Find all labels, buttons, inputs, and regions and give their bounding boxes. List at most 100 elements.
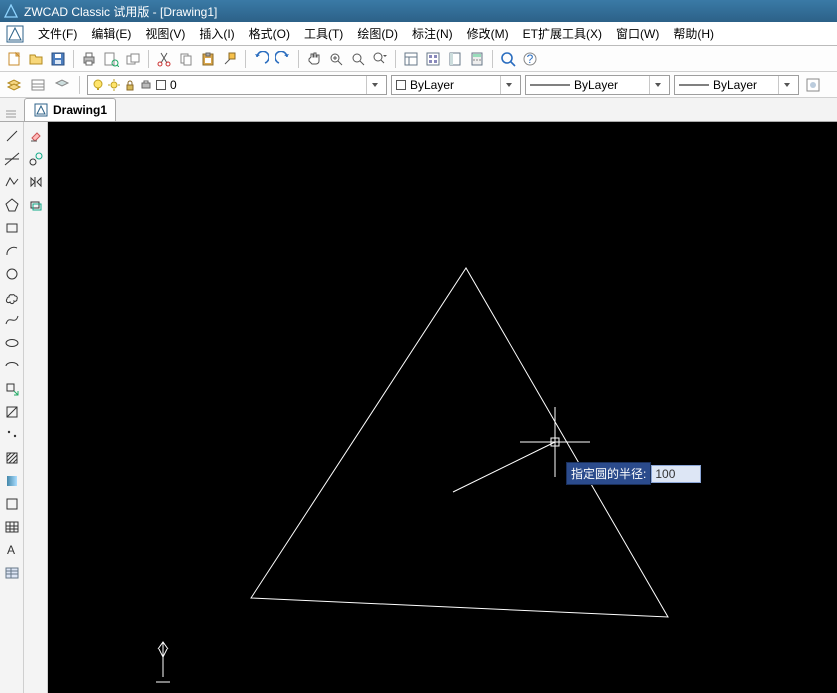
svg-text:A: A	[7, 543, 15, 557]
color-swatch	[396, 80, 406, 90]
menu-format[interactable]: 格式(O)	[245, 23, 294, 44]
work-area: A	[0, 122, 837, 693]
zoom-extents-button[interactable]	[498, 49, 518, 69]
arc-tool[interactable]	[2, 241, 22, 261]
layer-dropdown[interactable]: 0	[87, 75, 387, 95]
separator	[492, 50, 493, 68]
layer-filter-button[interactable]	[52, 75, 72, 95]
chevron-down-icon[interactable]	[778, 76, 794, 94]
chevron-down-icon[interactable]	[649, 76, 665, 94]
dynamic-input-label: 指定圆的半径:	[566, 462, 651, 485]
linetype-preview	[530, 82, 570, 88]
make-block-tool[interactable]	[2, 402, 22, 422]
pan-button[interactable]	[304, 49, 324, 69]
separator	[148, 50, 149, 68]
menu-help[interactable]: 帮助(H)	[669, 23, 718, 44]
document-tabstrip: Drawing1	[0, 98, 837, 122]
dynamic-input-field[interactable]	[651, 465, 701, 483]
hatch-tool[interactable]	[2, 448, 22, 468]
layer-states-button[interactable]	[28, 75, 48, 95]
design-center-button[interactable]	[423, 49, 443, 69]
properties-toolbar: 0 ByLayer ByLayer ByLayer	[0, 72, 837, 98]
mtext-tool[interactable]: A	[2, 540, 22, 560]
color-dropdown[interactable]: ByLayer	[391, 75, 521, 95]
menu-dim[interactable]: 标注(N)	[408, 23, 457, 44]
dynamic-input: 指定圆的半径:	[566, 462, 701, 485]
ellipse-tool[interactable]	[2, 333, 22, 353]
zoom-realtime-button[interactable]	[326, 49, 346, 69]
xline-tool[interactable]	[2, 149, 22, 169]
plot-icon	[140, 79, 152, 91]
lineweight-value: ByLayer	[713, 78, 757, 92]
lineweight-dropdown[interactable]: ByLayer	[674, 75, 799, 95]
table2-tool[interactable]	[2, 563, 22, 583]
title-bar: ZWCAD Classic 试用版 - [Drawing1]	[0, 0, 837, 22]
point-tool[interactable]	[2, 425, 22, 445]
properties-button[interactable]	[401, 49, 421, 69]
paste-button[interactable]	[198, 49, 218, 69]
redo-button[interactable]	[273, 49, 293, 69]
separator	[298, 50, 299, 68]
new-file-button[interactable]	[4, 49, 24, 69]
print-preview-button[interactable]	[101, 49, 121, 69]
menu-draw[interactable]: 绘图(D)	[353, 23, 402, 44]
rectangle-tool[interactable]	[2, 218, 22, 238]
zoom-dropdown-button[interactable]	[370, 49, 390, 69]
menu-edit[interactable]: 编辑(E)	[87, 23, 135, 44]
copy-tool[interactable]	[26, 149, 46, 169]
menu-file[interactable]: 文件(F)	[34, 23, 81, 44]
cut-button[interactable]	[154, 49, 174, 69]
open-file-button[interactable]	[26, 49, 46, 69]
mirror-tool[interactable]	[26, 172, 46, 192]
tab-handle[interactable]	[4, 107, 24, 121]
help-button[interactable]: ?	[520, 49, 540, 69]
chevron-down-icon[interactable]	[500, 76, 516, 94]
menu-insert[interactable]: 插入(I)	[195, 23, 238, 44]
gradient-tool[interactable]	[2, 471, 22, 491]
publish-button[interactable]	[123, 49, 143, 69]
table-tool[interactable]	[2, 517, 22, 537]
separator	[245, 50, 246, 68]
window-title: ZWCAD Classic 试用版 - [Drawing1]	[24, 3, 217, 20]
bulb-icon	[92, 79, 104, 91]
insert-block-tool[interactable]	[2, 379, 22, 399]
revcloud-tool[interactable]	[2, 287, 22, 307]
menu-app-icon	[6, 25, 24, 43]
polyline-tool[interactable]	[2, 172, 22, 192]
lock-icon	[124, 79, 136, 91]
region-tool[interactable]	[2, 494, 22, 514]
circle-tool[interactable]	[2, 264, 22, 284]
spline-tool[interactable]	[2, 310, 22, 330]
zoom-window-button[interactable]	[348, 49, 368, 69]
layer-props-button[interactable]	[4, 75, 24, 95]
polygon-tool[interactable]	[2, 195, 22, 215]
save-button[interactable]	[48, 49, 68, 69]
drawing-canvas[interactable]: 指定圆的半径:	[48, 122, 837, 693]
menu-modify[interactable]: 修改(M)	[463, 23, 513, 44]
linetype-dropdown[interactable]: ByLayer	[525, 75, 670, 95]
copy-button[interactable]	[176, 49, 196, 69]
doc-tab-drawing1[interactable]: Drawing1	[24, 98, 116, 121]
modify-toolbar	[24, 122, 48, 693]
undo-button[interactable]	[251, 49, 271, 69]
calculator-button[interactable]	[467, 49, 487, 69]
menu-tools[interactable]: 工具(T)	[300, 23, 347, 44]
ellipse-arc-tool[interactable]	[2, 356, 22, 376]
layer-name: 0	[170, 78, 177, 92]
plot-style-button[interactable]	[803, 75, 823, 95]
chevron-down-icon[interactable]	[366, 76, 382, 94]
menu-view[interactable]: 视图(V)	[141, 23, 189, 44]
menu-window[interactable]: 窗口(W)	[612, 23, 663, 44]
offset-tool[interactable]	[26, 195, 46, 215]
separator	[79, 76, 80, 94]
erase-tool[interactable]	[26, 126, 46, 146]
menu-et[interactable]: ET扩展工具(X)	[519, 23, 606, 44]
layer-color-swatch	[156, 80, 166, 90]
tool-palette-button[interactable]	[445, 49, 465, 69]
line-tool[interactable]	[2, 126, 22, 146]
draw-toolbar: A	[0, 122, 24, 693]
print-button[interactable]	[79, 49, 99, 69]
match-prop-button[interactable]	[220, 49, 240, 69]
menu-bar: 文件(F) 编辑(E) 视图(V) 插入(I) 格式(O) 工具(T) 绘图(D…	[0, 22, 837, 46]
lineweight-preview	[679, 82, 709, 88]
